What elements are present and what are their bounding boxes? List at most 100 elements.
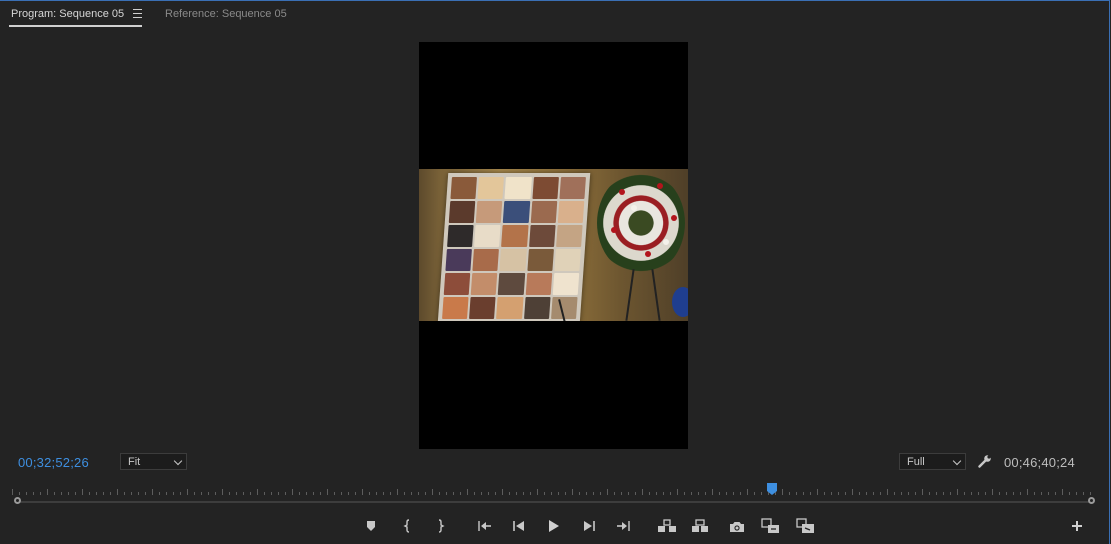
ruler-tick bbox=[355, 492, 356, 495]
ruler-tick bbox=[75, 492, 76, 495]
play-button[interactable] bbox=[543, 515, 565, 537]
ruler-ticks bbox=[12, 489, 1092, 495]
mark-in-button[interactable] bbox=[397, 515, 419, 537]
ruler-tick bbox=[166, 492, 167, 495]
ruler-tick bbox=[446, 492, 447, 495]
ruler-tick bbox=[845, 492, 846, 495]
export-frame-button[interactable] bbox=[726, 515, 748, 537]
go-to-in-button[interactable] bbox=[474, 515, 496, 537]
out-point-handle[interactable] bbox=[1088, 497, 1095, 504]
mark-in-icon bbox=[403, 519, 410, 533]
tab-program-sequence[interactable]: Program: Sequence 05 bbox=[9, 8, 142, 27]
ruler-tick bbox=[40, 492, 41, 495]
ruler-tick bbox=[999, 492, 1000, 495]
insert-button[interactable] bbox=[760, 515, 782, 537]
go-to-out-button[interactable] bbox=[612, 515, 634, 537]
ruler-tick bbox=[1006, 492, 1007, 495]
ruler-tick bbox=[803, 492, 804, 495]
ruler-tick bbox=[376, 492, 377, 495]
wrench-icon[interactable] bbox=[978, 454, 992, 468]
ruler-tick bbox=[614, 492, 615, 495]
step-forward-icon bbox=[584, 521, 595, 531]
ruler-tick bbox=[390, 492, 391, 495]
overwrite-button[interactable] bbox=[795, 515, 817, 537]
ruler-tick bbox=[880, 492, 881, 495]
ruler-tick bbox=[922, 489, 923, 495]
ruler-tick bbox=[432, 489, 433, 495]
ruler-tick bbox=[411, 492, 412, 495]
hamburger-menu-icon[interactable] bbox=[133, 9, 142, 18]
lift-button[interactable] bbox=[656, 515, 678, 537]
ruler-tick bbox=[208, 492, 209, 495]
ruler-tick bbox=[1055, 492, 1056, 495]
ruler-tick bbox=[978, 492, 979, 495]
ruler-tick bbox=[145, 492, 146, 495]
ruler-tick bbox=[887, 489, 888, 495]
ruler-tick bbox=[61, 492, 62, 495]
tab-label: Reference: Sequence 05 bbox=[165, 8, 287, 20]
ruler-tick bbox=[733, 492, 734, 495]
video-monitor[interactable] bbox=[419, 42, 688, 449]
ruler-tick bbox=[26, 492, 27, 495]
ruler-tick bbox=[516, 492, 517, 495]
ruler-tick bbox=[873, 492, 874, 495]
step-back-button[interactable] bbox=[508, 515, 530, 537]
tab-reference-sequence[interactable]: Reference: Sequence 05 bbox=[165, 8, 287, 20]
ruler-tick bbox=[915, 492, 916, 495]
lift-icon bbox=[658, 519, 676, 532]
ruler-tick bbox=[397, 489, 398, 495]
ruler-tick bbox=[551, 492, 552, 495]
ruler-tick bbox=[754, 492, 755, 495]
zoom-level-select[interactable]: Fit bbox=[120, 453, 187, 470]
extract-button[interactable] bbox=[690, 515, 712, 537]
ruler-tick bbox=[558, 492, 559, 495]
plus-icon[interactable] bbox=[1068, 517, 1086, 535]
camera-icon bbox=[730, 521, 744, 532]
ruler-tick bbox=[586, 492, 587, 495]
timeline-ruler[interactable] bbox=[12, 481, 1098, 508]
ruler-tick bbox=[124, 492, 125, 495]
active-tab-underline bbox=[9, 25, 142, 27]
add-marker-button[interactable] bbox=[360, 515, 382, 537]
current-timecode[interactable]: 00;32;52;26 bbox=[18, 455, 89, 470]
playback-resolution-select[interactable]: Full bbox=[899, 453, 966, 470]
in-point-handle[interactable] bbox=[14, 497, 21, 504]
ruler-tick bbox=[1027, 489, 1028, 495]
ruler-tick bbox=[488, 492, 489, 495]
ruler-tick bbox=[572, 489, 573, 495]
ruler-tick bbox=[635, 492, 636, 495]
ruler-tick bbox=[117, 489, 118, 495]
ruler-tick bbox=[418, 492, 419, 495]
ruler-tick bbox=[194, 492, 195, 495]
ruler-tick bbox=[313, 492, 314, 495]
ruler-tick bbox=[719, 492, 720, 495]
ruler-tick bbox=[663, 492, 664, 495]
ruler-tick bbox=[936, 492, 937, 495]
ruler-tick bbox=[971, 492, 972, 495]
ruler-tick bbox=[824, 492, 825, 495]
ruler-tick bbox=[47, 489, 48, 495]
ruler-tick bbox=[68, 492, 69, 495]
chevron-down-icon bbox=[173, 456, 183, 466]
ruler-tick bbox=[677, 489, 678, 495]
mark-out-button[interactable] bbox=[429, 515, 451, 537]
ruler-tick bbox=[621, 492, 622, 495]
program-monitor-panel: Program: Sequence 05 Reference: Sequence… bbox=[0, 0, 1110, 544]
tab-label: Program: Sequence 05 bbox=[11, 8, 125, 20]
step-forward-button[interactable] bbox=[578, 515, 600, 537]
ruler-tick bbox=[565, 492, 566, 495]
ruler-tick bbox=[943, 492, 944, 495]
chevron-down-icon bbox=[952, 456, 962, 466]
flower-wreath bbox=[597, 171, 685, 275]
ruler-tick bbox=[698, 492, 699, 495]
ruler-tick bbox=[796, 492, 797, 495]
ruler-tick bbox=[110, 492, 111, 495]
playhead-icon[interactable] bbox=[767, 482, 777, 495]
ruler-track[interactable] bbox=[18, 501, 1091, 503]
ruler-tick bbox=[1013, 492, 1014, 495]
ruler-tick bbox=[600, 492, 601, 495]
ruler-tick bbox=[747, 489, 748, 495]
transport-controls bbox=[0, 515, 1109, 537]
overwrite-icon bbox=[796, 518, 814, 533]
ruler-tick bbox=[425, 492, 426, 495]
